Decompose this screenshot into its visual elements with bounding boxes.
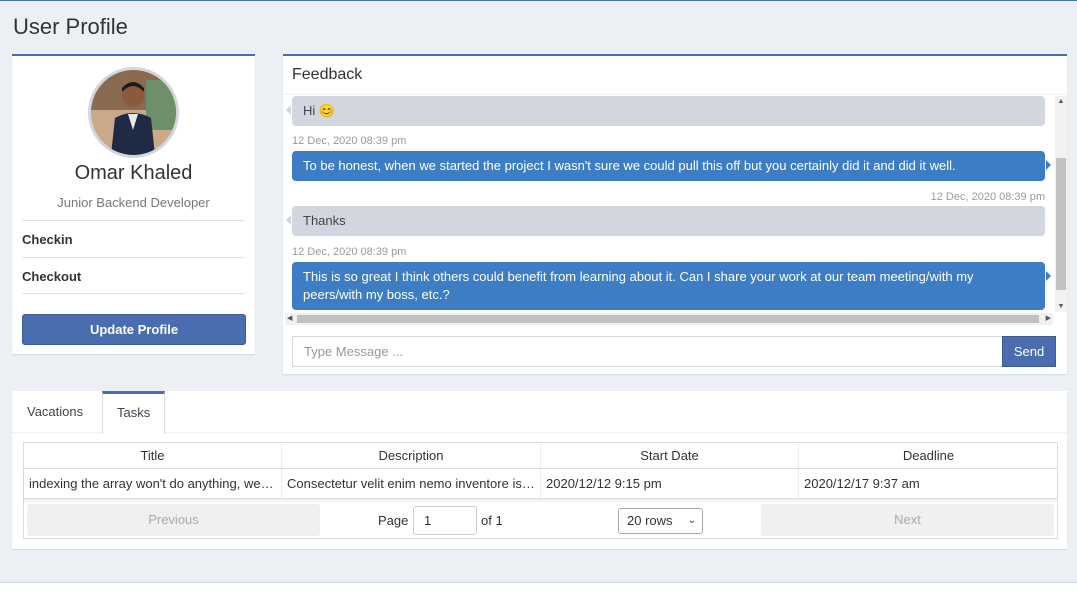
chevron-down-icon: ⌄	[687, 515, 696, 526]
page-label: Page	[378, 513, 409, 528]
rows-per-page-value: 20 rows	[627, 513, 673, 528]
checkout-row: Checkout	[22, 257, 245, 294]
scroll-right-icon[interactable]: ▶	[1046, 313, 1051, 325]
chat-messages[interactable]: Hi 😊 12 Dec, 2020 08:39 pm To be honest,…	[283, 96, 1067, 324]
avatar-photo	[91, 70, 176, 155]
cell-description: Consectetur velit enim nemo inventore is…	[282, 469, 541, 498]
update-profile-button[interactable]: Update Profile	[22, 314, 246, 345]
tab-vacations[interactable]: Vacations	[13, 391, 97, 433]
avatar	[88, 67, 179, 158]
chat-horizontal-scrollbar[interactable]: ◀ ▶	[285, 313, 1053, 325]
feedback-card: Feedback Hi 😊 12 Dec, 2020 08:39 pm To b…	[283, 54, 1067, 374]
rows-per-page-select[interactable]: 20 rows ⌄	[618, 508, 703, 534]
profile-role: Junior Backend Developer	[57, 195, 210, 210]
column-header-deadline[interactable]: Deadline	[799, 443, 1058, 468]
message-timestamp: 12 Dec, 2020 08:39 pm	[292, 135, 407, 147]
message-text: Thanks	[303, 213, 346, 228]
page-number-input[interactable]: 1	[413, 506, 477, 535]
scroll-left-icon[interactable]: ◀	[287, 313, 292, 325]
column-header-start-date[interactable]: Start Date	[541, 443, 799, 468]
cell-title: indexing the array won't do anything, we…	[24, 469, 282, 498]
feedback-title: Feedback	[292, 66, 363, 83]
chat-message: Hi 😊	[286, 96, 1045, 126]
table-header: Title Description Start Date Deadline	[24, 443, 1057, 469]
chat-message: This is so great I think others could be…	[292, 262, 1051, 310]
profile-info-list: Checkin Checkout	[22, 220, 245, 294]
message-text: Hi 😊	[303, 103, 336, 118]
page-total-label: of 1	[481, 513, 503, 528]
tasks-table: Title Description Start Date Deadline in…	[23, 442, 1058, 539]
message-input[interactable]	[292, 336, 1003, 367]
tab-tasks[interactable]: Tasks	[102, 391, 165, 434]
scroll-up-icon[interactable]: ▲	[1055, 98, 1067, 105]
message-timestamp: 12 Dec, 2020 08:39 pm	[930, 191, 1045, 203]
table-row[interactable]: indexing the array won't do anything, we…	[24, 469, 1057, 499]
profile-name: Omar Khaled	[74, 162, 193, 184]
footer	[0, 582, 1077, 595]
chat-message: To be honest, when we started the projec…	[292, 151, 1051, 181]
tab-bar: Vacations Tasks	[12, 391, 1067, 434]
message-timestamp: 12 Dec, 2020 08:39 pm	[292, 246, 407, 258]
message-text: This is so great I think others could be…	[303, 269, 974, 302]
message-text: To be honest, when we started the projec…	[303, 158, 956, 173]
cell-deadline: 2020/12/17 9:37 am	[804, 476, 920, 491]
chat-vertical-scrollbar[interactable]: ▲ ▼	[1055, 96, 1067, 312]
chat-message: Thanks	[286, 206, 1045, 236]
checkin-row: Checkin	[22, 220, 245, 257]
pagination: Previous Page 1 of 1 20 rows ⌄ Next	[24, 500, 1057, 538]
column-header-description[interactable]: Description	[282, 443, 541, 468]
page-title: User Profile	[13, 14, 128, 39]
profile-card: Omar Khaled Junior Backend Developer Che…	[12, 54, 255, 354]
next-button[interactable]: Next	[761, 504, 1054, 536]
send-button[interactable]: Send	[1002, 336, 1056, 367]
column-header-title[interactable]: Title	[24, 443, 282, 468]
cell-start-date: 2020/12/12 9:15 pm	[541, 469, 799, 498]
tabs-card: Vacations Tasks Title Description Start …	[12, 391, 1067, 549]
scroll-down-icon[interactable]: ▼	[1055, 303, 1067, 310]
previous-button[interactable]: Previous	[27, 504, 320, 536]
